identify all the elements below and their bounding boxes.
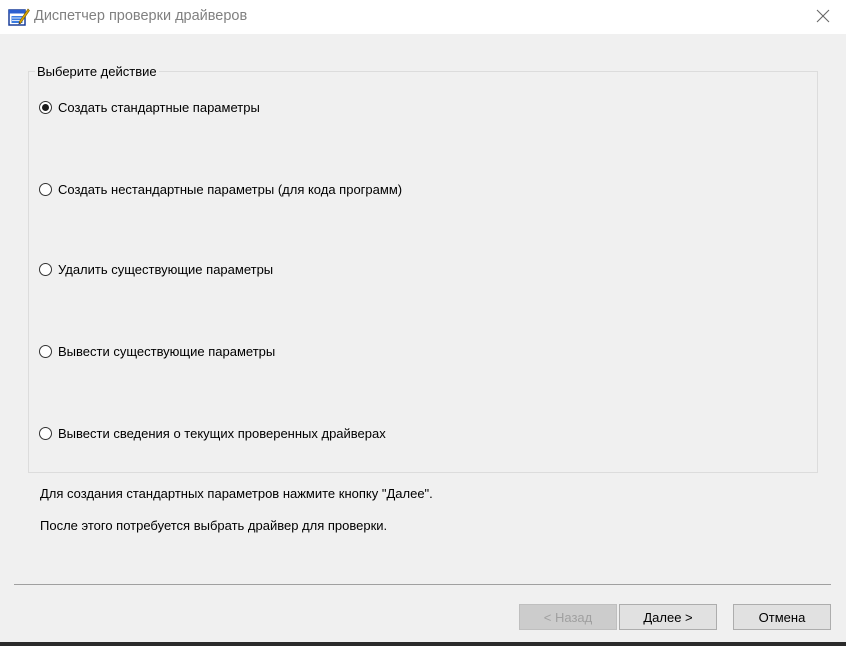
info-text-line-1: Для создания стандартных параметров нажм… [40,486,433,501]
radio-label: Вывести существующие параметры [58,343,276,359]
taskbar-edge [0,642,846,646]
radio-button[interactable] [39,426,52,440]
radio-option-display-driver-info[interactable]: Вывести сведения о текущих проверенных д… [39,424,386,442]
radio-option-standard-settings[interactable]: Создать стандартные параметры [39,98,260,116]
info-text-line-2: После этого потребуется выбрать драйвер … [40,518,388,533]
radio-option-custom-settings[interactable]: Создать нестандартные параметры (для код… [39,180,402,198]
cancel-button[interactable]: Отмена [733,604,831,630]
driver-verifier-app-icon [8,7,30,27]
next-button[interactable]: Далее > [619,604,717,630]
radio-button[interactable] [39,182,52,196]
footer-separator [14,584,831,585]
back-button[interactable]: < Назад [519,604,617,630]
window-title: Диспетчер проверки драйверов [34,8,248,24]
radio-label: Вывести сведения о текущих проверенных д… [58,425,386,441]
radio-option-delete-settings[interactable]: Удалить существующие параметры [39,260,273,278]
radio-button-checked[interactable] [39,100,52,114]
radio-label: Создать стандартные параметры [58,99,260,115]
close-button[interactable] [800,0,846,34]
radio-option-display-settings[interactable]: Вывести существующие параметры [39,342,275,360]
driver-verifier-window: Диспетчер проверки драйверов Выберите де… [0,0,846,646]
radio-button[interactable] [39,262,52,276]
groupbox-legend: Выберите действие [35,64,159,79]
title-bar[interactable]: Диспетчер проверки драйверов [0,0,846,34]
radio-button[interactable] [39,344,52,358]
radio-label: Удалить существующие параметры [58,261,274,277]
radio-label: Создать нестандартные параметры (для код… [58,181,403,197]
close-icon [816,9,830,26]
